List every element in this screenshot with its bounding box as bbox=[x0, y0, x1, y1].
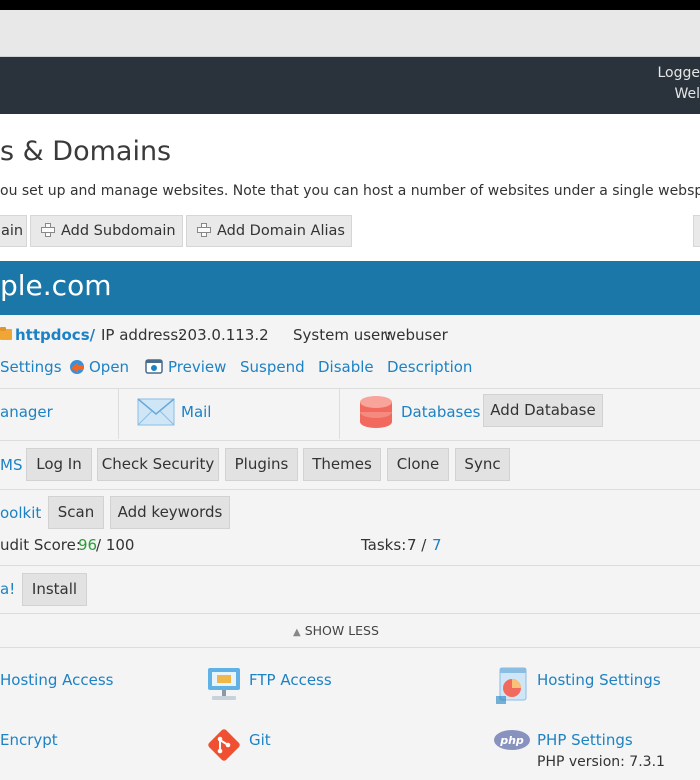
toolbar-right-button[interactable] bbox=[693, 215, 700, 247]
lets-encrypt-link[interactable]: Encrypt bbox=[0, 731, 58, 749]
preview-icon bbox=[145, 359, 163, 374]
add-database-button[interactable]: Add Database bbox=[483, 394, 603, 427]
divider bbox=[0, 388, 700, 389]
hosting-settings-link[interactable]: Hosting Settings bbox=[537, 671, 661, 689]
git-link[interactable]: Git bbox=[249, 731, 271, 749]
svg-text:php: php bbox=[499, 734, 524, 747]
logged-in-text: Logge bbox=[657, 65, 700, 81]
chevron-up-icon: ▲ bbox=[293, 627, 301, 638]
clone-button[interactable]: Clone bbox=[387, 448, 449, 481]
divider bbox=[0, 565, 700, 566]
plugins-button[interactable]: Plugins bbox=[225, 448, 298, 481]
audit-score-value: 96 bbox=[78, 536, 98, 554]
add-subdomain-button[interactable]: Add Subdomain bbox=[30, 215, 183, 247]
divider bbox=[339, 389, 340, 439]
domain-header: ple.com bbox=[0, 261, 700, 315]
webspace-text[interactable]: Wel bbox=[674, 86, 700, 102]
ftp-access-icon bbox=[208, 668, 240, 700]
add-subdomain-label: Add Subdomain bbox=[61, 223, 176, 239]
window-top-edge bbox=[0, 0, 700, 10]
page-description: ou set up and manage websites. Note that… bbox=[0, 183, 700, 199]
show-less-label: SHOW LESS bbox=[304, 623, 379, 638]
databases-icon bbox=[360, 396, 392, 428]
file-manager-link[interactable]: anager bbox=[0, 403, 53, 421]
git-icon bbox=[208, 729, 240, 761]
php-settings-link[interactable]: PHP Settings bbox=[537, 731, 633, 749]
docroot-link[interactable]: httpdocs/ bbox=[15, 326, 95, 344]
install-promo-link[interactable]: a! bbox=[0, 580, 15, 598]
php-icon: php bbox=[494, 730, 530, 750]
add-domain-button[interactable]: ain bbox=[0, 215, 27, 247]
themes-button[interactable]: Themes bbox=[303, 448, 381, 481]
page-title: s & Domains bbox=[0, 136, 172, 167]
description-link[interactable]: Description bbox=[387, 358, 472, 376]
sync-button[interactable]: Sync bbox=[455, 448, 510, 481]
divider bbox=[0, 440, 700, 441]
ip-value: 203.0.113.2 bbox=[178, 326, 269, 344]
tasks-total-link[interactable]: 7 bbox=[432, 536, 442, 554]
tasks-label: Tasks: bbox=[361, 536, 407, 554]
suspend-link[interactable]: Suspend bbox=[240, 358, 305, 376]
hosting-access-link[interactable]: Hosting Access bbox=[0, 671, 113, 689]
plus-icon bbox=[197, 223, 211, 237]
databases-link[interactable]: Databases bbox=[401, 403, 480, 421]
domain-name[interactable]: ple.com bbox=[0, 269, 111, 302]
system-user-label: System user: bbox=[293, 326, 392, 344]
add-keywords-button[interactable]: Add keywords bbox=[110, 496, 230, 529]
top-header: Logge Wel bbox=[0, 57, 700, 114]
browser-bar bbox=[0, 10, 700, 57]
show-less-toggle[interactable]: ▲ SHOW LESS bbox=[293, 623, 379, 638]
tasks-value: 7 / bbox=[407, 536, 427, 554]
system-user-value: webuser bbox=[384, 326, 448, 344]
disable-link[interactable]: Disable bbox=[318, 358, 374, 376]
settings-link[interactable]: Settings bbox=[0, 358, 62, 376]
seo-toolkit-link[interactable]: oolkit bbox=[0, 504, 41, 522]
divider bbox=[0, 489, 700, 490]
open-link[interactable]: Open bbox=[89, 358, 129, 376]
plus-icon bbox=[41, 223, 55, 237]
scan-button[interactable]: Scan bbox=[48, 496, 104, 529]
install-button[interactable]: Install bbox=[22, 573, 87, 606]
mail-link[interactable]: Mail bbox=[181, 403, 211, 421]
ftp-access-link[interactable]: FTP Access bbox=[249, 671, 332, 689]
folder-icon bbox=[0, 327, 12, 340]
open-icon bbox=[70, 360, 84, 374]
divider bbox=[0, 613, 700, 614]
audit-score-label: udit Score: bbox=[0, 536, 81, 554]
add-domain-alias-label: Add Domain Alias bbox=[217, 223, 345, 239]
check-security-button[interactable]: Check Security bbox=[97, 448, 219, 481]
audit-score-max: / 100 bbox=[96, 536, 135, 554]
cms-login-button[interactable]: Log In bbox=[26, 448, 92, 481]
cms-link[interactable]: MS bbox=[0, 456, 22, 474]
php-version-text: PHP version: 7.3.1 bbox=[537, 754, 665, 770]
preview-link[interactable]: Preview bbox=[168, 358, 226, 376]
add-domain-alias-button[interactable]: Add Domain Alias bbox=[186, 215, 352, 247]
divider bbox=[118, 389, 119, 439]
ip-label: IP address: bbox=[101, 326, 184, 344]
add-domain-label: ain bbox=[1, 223, 24, 239]
divider bbox=[0, 647, 700, 648]
hosting-settings-icon bbox=[496, 667, 527, 704]
mail-icon bbox=[137, 398, 175, 426]
